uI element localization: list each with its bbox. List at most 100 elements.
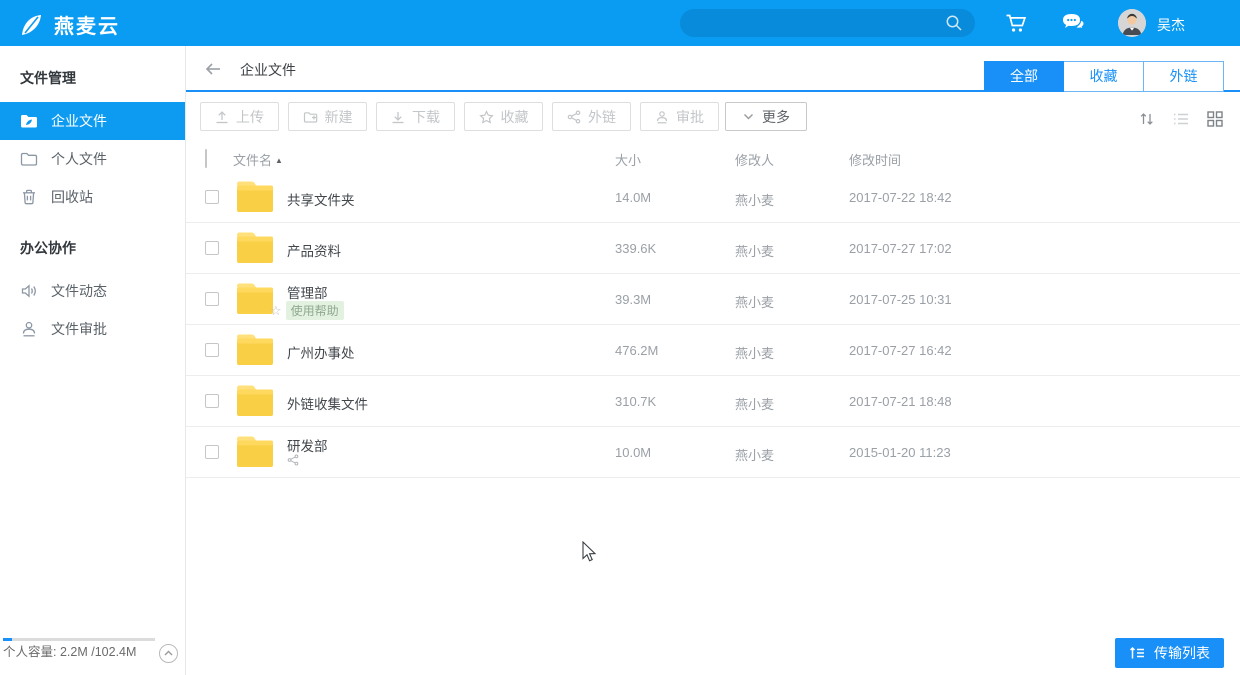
chevron-down-icon: [742, 110, 755, 123]
file-time: 2017-07-25 10:31: [849, 292, 952, 307]
back-arrow-icon[interactable]: [204, 60, 222, 78]
approval-button-label: 审批: [676, 107, 704, 127]
search-icon[interactable]: [945, 14, 963, 32]
sidebar-item-personal-files[interactable]: 个人文件: [0, 140, 185, 178]
file-modifier: 燕小麦: [735, 445, 774, 464]
approval-icon: [20, 320, 38, 338]
file-name[interactable]: 研发部: [287, 435, 328, 455]
collapse-up-icon[interactable]: [159, 644, 178, 663]
table-row[interactable]: 管理部 ☆ 使用帮助 39.3M 燕小麦 2017-07-25 10:31: [186, 274, 1240, 325]
file-name[interactable]: 产品资料: [287, 240, 341, 260]
external-link-button[interactable]: 外链: [552, 102, 631, 131]
transfer-list-icon: [1129, 645, 1146, 661]
file-name[interactable]: 管理部: [287, 282, 328, 302]
row-checkbox[interactable]: [205, 190, 219, 204]
file-name[interactable]: 广州办事处: [287, 342, 355, 362]
app-logo[interactable]: 燕麦云: [18, 10, 120, 39]
quota-panel: 个人容量: 2.2M /102.4M: [0, 615, 185, 675]
favorite-button-label: 收藏: [501, 107, 529, 127]
shared-link-icon: [287, 454, 299, 466]
app-header: 燕麦云 吴杰: [0, 0, 1240, 46]
sidebar-item-label: 文件审批: [51, 319, 107, 339]
avatar[interactable]: [1118, 9, 1146, 37]
main-content: 企业文件 全部 收藏 外链 上传 新建 下载: [186, 46, 1240, 675]
file-modifier: 燕小麦: [735, 343, 774, 362]
personal-folder-icon: [20, 150, 38, 168]
table-row[interactable]: 共享文件夹 14.0M 燕小麦 2017-07-22 18:42: [186, 172, 1240, 223]
transfer-list-label: 传输列表: [1154, 643, 1210, 663]
file-time: 2017-07-27 17:02: [849, 241, 952, 256]
column-time[interactable]: 修改时间: [849, 150, 901, 169]
sidebar-item-file-approval[interactable]: 文件审批: [0, 310, 185, 348]
sidebar-item-recycle-bin[interactable]: 回收站: [0, 178, 185, 216]
row-checkbox[interactable]: [205, 445, 219, 459]
file-size: 339.6K: [615, 241, 656, 256]
file-modifier: 燕小麦: [735, 190, 774, 209]
transfer-list-button[interactable]: 传输列表: [1115, 638, 1224, 668]
logo-text: 燕麦云: [54, 10, 120, 39]
file-name[interactable]: 外链收集文件: [287, 393, 368, 413]
file-name[interactable]: 共享文件夹: [287, 189, 355, 209]
view-controls: [1138, 110, 1224, 128]
toolbar: 上传 新建 下载 收藏 外链: [186, 94, 1240, 145]
file-size: 310.7K: [615, 394, 656, 409]
more-button[interactable]: 更多: [725, 102, 807, 131]
upload-button[interactable]: 上传: [200, 102, 279, 131]
announcement-icon: [20, 282, 38, 300]
tab-external-links[interactable]: 外链: [1144, 61, 1224, 92]
star-outline-icon[interactable]: ☆: [270, 304, 282, 318]
download-button[interactable]: 下载: [376, 102, 455, 131]
page-title: 企业文件: [240, 60, 296, 80]
tab-favorites[interactable]: 收藏: [1064, 61, 1144, 92]
table-row[interactable]: 研发部 10.0M 燕小麦 2015-01-20 11:23: [186, 427, 1240, 478]
trash-icon: [20, 188, 38, 206]
file-modifier: 燕小麦: [735, 394, 774, 413]
folder-icon: [235, 435, 275, 469]
row-checkbox[interactable]: [205, 343, 219, 357]
list-view-icon[interactable]: [1172, 110, 1190, 128]
folder-icon: [235, 333, 275, 367]
grid-view-icon[interactable]: [1206, 110, 1224, 128]
row-checkbox[interactable]: [205, 241, 219, 255]
folder-icon: [235, 282, 275, 316]
table-header: 文件名▲ 大小 修改人 修改时间: [186, 145, 1240, 172]
file-size: 10.0M: [615, 445, 651, 460]
table-row[interactable]: 产品资料 339.6K 燕小麦 2017-07-27 17:02: [186, 223, 1240, 274]
column-name[interactable]: 文件名▲: [233, 150, 283, 169]
filter-tabs: 全部 收藏 外链: [984, 61, 1224, 92]
column-size[interactable]: 大小: [615, 150, 641, 169]
new-folder-button[interactable]: 新建: [288, 102, 367, 131]
sidebar-section-collaboration: 办公协作: [0, 216, 185, 272]
select-all-checkbox[interactable]: [205, 150, 207, 168]
row-checkbox[interactable]: [205, 292, 219, 306]
breadcrumb-bar: 企业文件 全部 收藏 外链: [186, 46, 1240, 92]
file-modifier: 燕小麦: [735, 292, 774, 311]
file-modifier: 燕小麦: [735, 241, 774, 260]
messages-icon[interactable]: [1061, 10, 1088, 36]
table-row[interactable]: 广州办事处 476.2M 燕小麦 2017-07-27 16:42: [186, 325, 1240, 376]
tab-all[interactable]: 全部: [984, 61, 1064, 92]
new-folder-button-label: 新建: [325, 107, 353, 127]
table-row[interactable]: 外链收集文件 310.7K 燕小麦 2017-07-21 18:48: [186, 376, 1240, 427]
sidebar: 文件管理 企业文件 个人文件 回收站 办公协作: [0, 46, 186, 675]
search-input[interactable]: [694, 9, 934, 37]
sidebar-section-file-management: 文件管理: [0, 46, 185, 102]
sidebar-item-file-activity[interactable]: 文件动态: [0, 272, 185, 310]
sidebar-item-enterprise-files[interactable]: 企业文件: [0, 102, 185, 140]
quota-text: 个人容量: 2.2M /102.4M: [3, 641, 136, 660]
help-badge: 使用帮助: [286, 301, 344, 320]
file-time: 2017-07-21 18:48: [849, 394, 952, 409]
row-checkbox[interactable]: [205, 394, 219, 408]
sort-icon[interactable]: [1138, 110, 1156, 128]
username[interactable]: 吴杰: [1157, 15, 1185, 35]
quota-total: 102.4M: [95, 645, 137, 659]
quota-separator: /: [88, 645, 95, 659]
cart-icon[interactable]: [1004, 11, 1028, 35]
favorite-button[interactable]: 收藏: [464, 102, 543, 131]
file-list: 共享文件夹 14.0M 燕小麦 2017-07-22 18:42 产品资料 33…: [186, 172, 1240, 478]
sort-ascending-icon: ▲: [275, 156, 283, 165]
column-modifier[interactable]: 修改人: [735, 150, 774, 169]
quota-used: 2.2M: [60, 645, 88, 659]
approval-button[interactable]: 审批: [640, 102, 719, 131]
file-size: 14.0M: [615, 190, 651, 205]
